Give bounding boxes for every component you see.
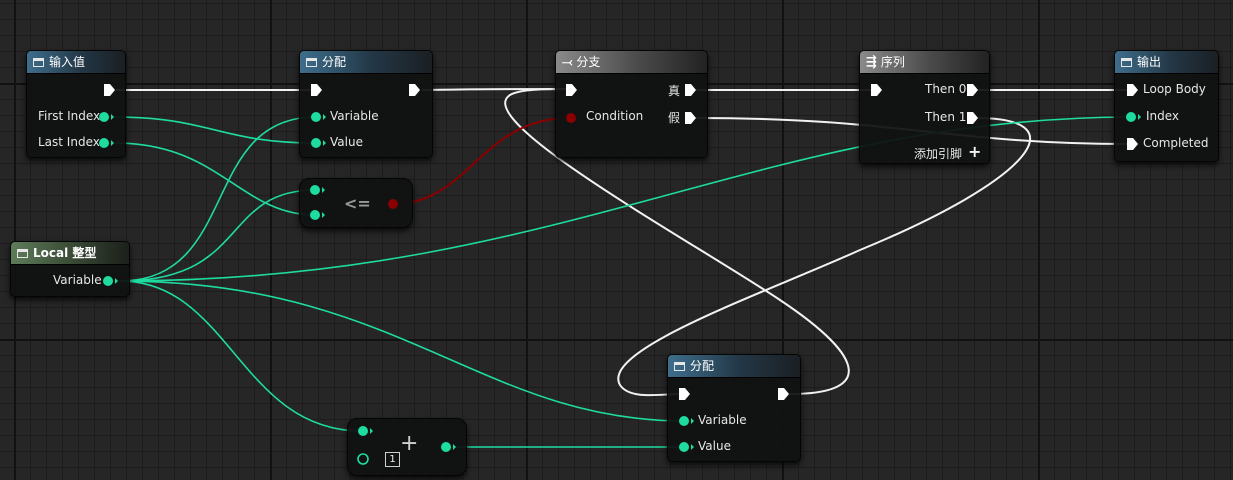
local-variable-pin-label: Variable xyxy=(53,273,102,287)
add-literal-input[interactable]: 1 xyxy=(385,452,400,467)
assign-node-1-title: 分配 xyxy=(322,55,347,69)
branch-condition-label: Condition xyxy=(586,109,644,123)
output-completed-label: Completed xyxy=(1143,136,1209,150)
int-wire-local-to-add xyxy=(119,280,363,432)
local-variable-title: Local 整型 xyxy=(33,246,97,260)
function-icon xyxy=(674,362,685,371)
sequence-add-pin-label[interactable]: 添加引脚 xyxy=(914,145,962,162)
branch-true-label: 真 xyxy=(668,84,681,98)
assign1-variable-label: Variable xyxy=(330,109,379,123)
assign1-value-label: Value xyxy=(330,135,363,149)
assign-node-2[interactable]: 分配 xyxy=(667,354,801,462)
assign2-value-label: Value xyxy=(698,439,731,453)
function-return-icon xyxy=(1121,58,1132,67)
branch-icon: ⤙ xyxy=(562,55,573,70)
branch-false-label: 假 xyxy=(668,111,681,125)
output-node-title: 输出 xyxy=(1137,55,1162,69)
add-node[interactable]: + 1 xyxy=(347,418,467,476)
branch-node[interactable]: ⤙ 分支 xyxy=(555,50,708,158)
first-index-label: First Index xyxy=(38,109,101,123)
sequence-node-title: 序列 xyxy=(880,55,905,69)
local-variable-node[interactable]: Local 整型 xyxy=(10,241,130,297)
function-icon xyxy=(306,58,317,67)
assign-node-1[interactable]: 分配 xyxy=(299,50,433,158)
int-wire-lastindex-to-compare-b xyxy=(114,142,317,216)
sequence-icon: ⇶ xyxy=(866,55,877,70)
compare-node[interactable]: <= xyxy=(299,178,413,228)
compare-operator: <= xyxy=(344,194,371,213)
add-pin-plus-icon[interactable]: + xyxy=(968,142,981,161)
assign2-variable-label: Variable xyxy=(698,413,747,427)
input-node-title: 输入值 xyxy=(49,55,86,69)
function-entry-icon xyxy=(33,58,44,67)
sequence-then1-label: Then 1 xyxy=(925,110,967,124)
output-loopbody-label: Loop Body xyxy=(1143,82,1206,96)
sequence-then0-label: Then 0 xyxy=(925,82,967,96)
assign-node-2-title: 分配 xyxy=(690,359,715,373)
output-index-label: Index xyxy=(1146,109,1180,123)
last-index-label: Last Index xyxy=(38,135,100,149)
add-operator: + xyxy=(400,431,419,456)
int-wire-local-to-assign2-var xyxy=(119,280,686,422)
branch-node-title: 分支 xyxy=(576,55,601,69)
variable-icon xyxy=(17,249,28,258)
